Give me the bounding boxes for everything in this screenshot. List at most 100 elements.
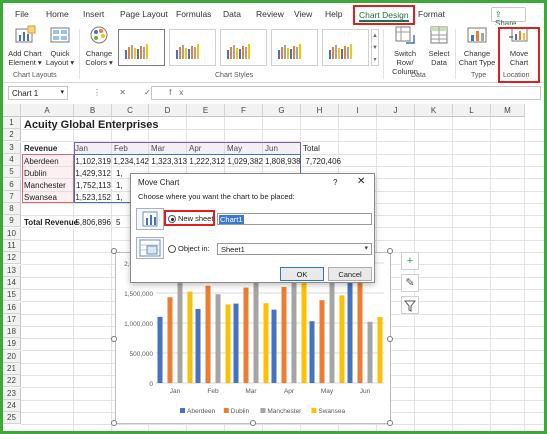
row-header-1[interactable]: 1 bbox=[3, 117, 21, 129]
cell-aberdeen-apr[interactable]: 1,222,312 bbox=[189, 156, 225, 168]
switch-row-column-button[interactable]: Switch Row/ Column bbox=[385, 25, 425, 76]
change-colors-button[interactable]: Change Colors ▾ bbox=[83, 25, 115, 67]
row-header-18[interactable]: 18 bbox=[3, 326, 21, 339]
column-header-h[interactable]: H bbox=[301, 104, 339, 117]
column-header-d[interactable]: D bbox=[149, 104, 187, 117]
row-header-8[interactable]: 8 bbox=[3, 203, 21, 216]
cell-swansea-feb[interactable]: 1, bbox=[116, 192, 123, 204]
column-header-l[interactable]: L bbox=[453, 104, 491, 117]
column-header-i[interactable]: I bbox=[339, 104, 377, 117]
row-header-21[interactable]: 21 bbox=[3, 363, 21, 375]
chart-styles-scroll[interactable]: ▲ ▼ ▾ bbox=[371, 29, 379, 66]
share-button[interactable]: ⇪ Share bbox=[491, 7, 526, 28]
resize-handle[interactable] bbox=[111, 420, 117, 426]
tab-home[interactable]: Home bbox=[46, 9, 69, 23]
tab-file[interactable]: File bbox=[15, 9, 29, 23]
header-total[interactable]: Total bbox=[303, 143, 320, 155]
row-header-4[interactable]: 4 bbox=[3, 153, 21, 166]
resize-handle[interactable] bbox=[111, 248, 117, 254]
tab-review[interactable]: Review bbox=[256, 9, 284, 23]
cell-manchester-jan[interactable]: 1,752,113 bbox=[75, 180, 111, 192]
row-header-5[interactable]: 5 bbox=[3, 166, 21, 179]
row-header-25[interactable]: 25 bbox=[3, 412, 21, 425]
row-header-3[interactable]: 3 bbox=[3, 141, 21, 154]
column-header-m[interactable]: M bbox=[491, 104, 525, 117]
formula-input[interactable] bbox=[151, 86, 541, 100]
resize-handle[interactable] bbox=[111, 336, 117, 342]
tab-insert[interactable]: Insert bbox=[83, 9, 104, 23]
row-header-9[interactable]: 9 bbox=[3, 215, 21, 228]
row-header-6[interactable]: 6 bbox=[3, 178, 21, 191]
row-label-manchester[interactable]: Manchester bbox=[24, 180, 66, 192]
name-box[interactable]: Chart 1 ▾ bbox=[8, 86, 68, 100]
row-label-dublin[interactable]: Dublin bbox=[24, 168, 47, 180]
column-header-g[interactable]: G bbox=[263, 104, 301, 117]
cell-dublin-feb[interactable]: 1, bbox=[116, 168, 123, 180]
column-header-b[interactable]: B bbox=[74, 104, 112, 117]
chart-style-4[interactable] bbox=[271, 29, 318, 66]
change-chart-type-button[interactable]: Change Chart Type bbox=[457, 25, 497, 67]
cell-total-jan[interactable]: 5,806,896 bbox=[75, 217, 111, 229]
row-label-aberdeen[interactable]: Aberdeen bbox=[24, 156, 59, 168]
row-header-19[interactable]: 19 bbox=[3, 338, 21, 351]
row-header-11[interactable]: 11 bbox=[3, 240, 21, 252]
new-sheet-name-input[interactable]: Chart1 bbox=[217, 213, 372, 225]
tab-format[interactable]: Format bbox=[418, 9, 445, 23]
row-header-15[interactable]: 15 bbox=[3, 289, 21, 302]
help-button[interactable]: ? bbox=[333, 178, 337, 187]
cell-dublin-jan[interactable]: 1,429,312 bbox=[75, 168, 111, 180]
chart-style-1[interactable] bbox=[118, 29, 165, 66]
column-header-k[interactable]: K bbox=[415, 104, 453, 117]
select-all-corner[interactable] bbox=[3, 104, 21, 117]
resize-handle[interactable] bbox=[387, 248, 393, 254]
row-header-17[interactable]: 17 bbox=[3, 313, 21, 326]
cancel-button[interactable]: Cancel bbox=[328, 267, 372, 281]
row-label-swansea[interactable]: Swansea bbox=[24, 192, 57, 204]
row-header-16[interactable]: 16 bbox=[3, 301, 21, 314]
object-in-radio[interactable] bbox=[168, 245, 176, 253]
cell-aberdeen-jun[interactable]: 1,808,938 bbox=[265, 156, 301, 168]
add-chart-element-button[interactable]: Add Chart Element ▾ bbox=[7, 25, 43, 67]
tab-view[interactable]: View bbox=[294, 9, 312, 23]
tab-help[interactable]: Help bbox=[325, 9, 342, 23]
row-header-10[interactable]: 10 bbox=[3, 227, 21, 240]
row-header-13[interactable]: 13 bbox=[3, 264, 21, 277]
tab-data[interactable]: Data bbox=[223, 9, 241, 23]
chart-style-2[interactable] bbox=[169, 29, 216, 66]
quick-layout-button[interactable]: Quick Layout ▾ bbox=[45, 25, 75, 67]
row-header-14[interactable]: 14 bbox=[3, 276, 21, 289]
row-header-2[interactable]: 2 bbox=[3, 129, 21, 142]
ok-button[interactable]: OK bbox=[280, 267, 324, 281]
resize-handle[interactable] bbox=[250, 420, 256, 426]
column-header-a[interactable]: A bbox=[21, 104, 74, 117]
cell-aberdeen-jan[interactable]: 1,102,319 bbox=[75, 156, 111, 168]
chart-style-3[interactable] bbox=[220, 29, 267, 66]
row-header-24[interactable]: 24 bbox=[3, 399, 21, 412]
column-header-c[interactable]: C bbox=[112, 104, 149, 117]
chart-styles-button[interactable]: ✎ bbox=[401, 274, 419, 292]
cell-aberdeen-may[interactable]: 1,029,382 bbox=[227, 156, 263, 168]
chart-filters-button[interactable] bbox=[401, 296, 419, 314]
row-header-20[interactable]: 20 bbox=[3, 350, 21, 363]
row-header-12[interactable]: 12 bbox=[3, 252, 21, 265]
close-button[interactable]: ✕ bbox=[357, 176, 365, 187]
cell-total-feb[interactable]: 5 bbox=[116, 217, 120, 229]
cell-aberdeen-feb[interactable]: 1,234,142 bbox=[113, 156, 149, 168]
row-header-22[interactable]: 22 bbox=[3, 375, 21, 388]
cell-manchester-feb[interactable]: 1, bbox=[116, 180, 123, 192]
column-header-e[interactable]: E bbox=[187, 104, 225, 117]
sheet-title[interactable]: Acuity Global Enterprises bbox=[24, 118, 158, 132]
cell-swansea-jan[interactable]: 1,523,152 bbox=[75, 192, 111, 204]
object-in-label[interactable]: Object in: bbox=[178, 244, 210, 253]
chart-elements-button[interactable]: + bbox=[401, 252, 419, 270]
resize-handle[interactable] bbox=[387, 420, 393, 426]
select-data-button[interactable]: Select Data bbox=[426, 25, 452, 67]
resize-handle[interactable] bbox=[387, 336, 393, 342]
row-header-23[interactable]: 23 bbox=[3, 387, 21, 400]
tab-chart-design[interactable]: Chart Design bbox=[353, 5, 415, 25]
tab-formulas[interactable]: Formulas bbox=[176, 9, 211, 23]
column-header-j[interactable]: J bbox=[377, 104, 415, 117]
column-header-f[interactable]: F bbox=[225, 104, 263, 117]
row-header-7[interactable]: 7 bbox=[3, 190, 21, 203]
cell-aberdeen-total[interactable]: 7,720,406 bbox=[303, 156, 341, 168]
